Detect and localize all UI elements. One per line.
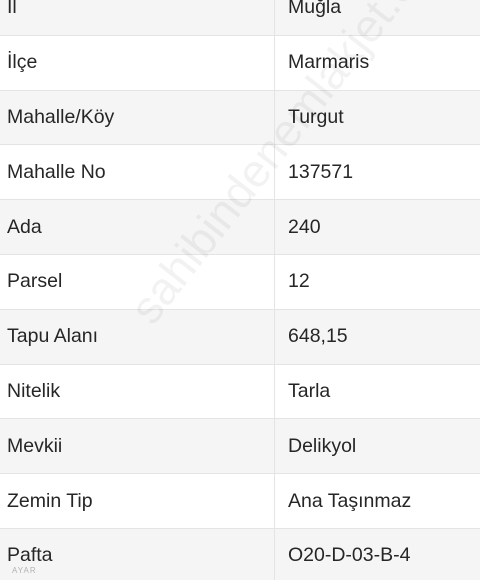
row-label: Ada — [0, 200, 275, 254]
row-label: Parsel — [0, 254, 275, 309]
table-row-mahalle-koy: Mahalle/Köy Turgut — [0, 90, 480, 146]
table-row-ilce: İlçe Marmaris — [0, 35, 480, 91]
row-value: Tarla — [288, 379, 331, 402]
row-label: İl — [0, 0, 275, 35]
table-row-parsel: Parsel 12 — [0, 254, 480, 310]
row-value: Delikyol — [288, 434, 357, 457]
table-row-nitelik: Nitelik Tarla — [0, 364, 480, 420]
row-label: Zemin Tip — [0, 474, 275, 528]
row-value: Ana Taşınmaz — [288, 489, 412, 512]
row-value: 240 — [288, 215, 321, 238]
table-row-pafta: Pafta O20-D-03-B-4 — [0, 528, 480, 580]
row-value: Marmaris — [288, 51, 370, 74]
row-value: Muğla — [288, 0, 342, 19]
row-label: Mahalle No — [0, 145, 275, 200]
row-label: Tapu Alanı — [0, 309, 275, 364]
row-label: Mevkii — [0, 419, 275, 474]
row-value: 12 — [288, 270, 310, 293]
row-value: Turgut — [288, 105, 344, 128]
table-row-mevkii: Mevkii Delikyol — [0, 419, 480, 475]
table-row-tapu-alani: Tapu Alanı 648,15 — [0, 309, 480, 365]
row-value: 137571 — [288, 160, 354, 183]
row-label: Nitelik — [0, 364, 275, 419]
table-row-ada: Ada 240 — [0, 200, 480, 255]
row-label: Pafta — [0, 528, 275, 580]
table-row-mahalle-no: Mahalle No 137571 — [0, 145, 480, 201]
table-row-zemin-tip: Zemin Tip Ana Taşınmaz — [0, 474, 480, 529]
row-label: İlçe — [0, 35, 275, 90]
parcel-info-table: İl Muğla İlçe Marmaris Mahalle/Köy Turgu… — [0, 0, 480, 580]
parcel-info-page: İl Muğla İlçe Marmaris Mahalle/Köy Turgu… — [0, 0, 480, 580]
row-label: Mahalle/Köy — [0, 90, 275, 145]
row-value: O20-D-03-B-4 — [288, 544, 411, 567]
table-row-il: İl Muğla — [0, 0, 480, 36]
row-value: 648,15 — [288, 325, 348, 348]
